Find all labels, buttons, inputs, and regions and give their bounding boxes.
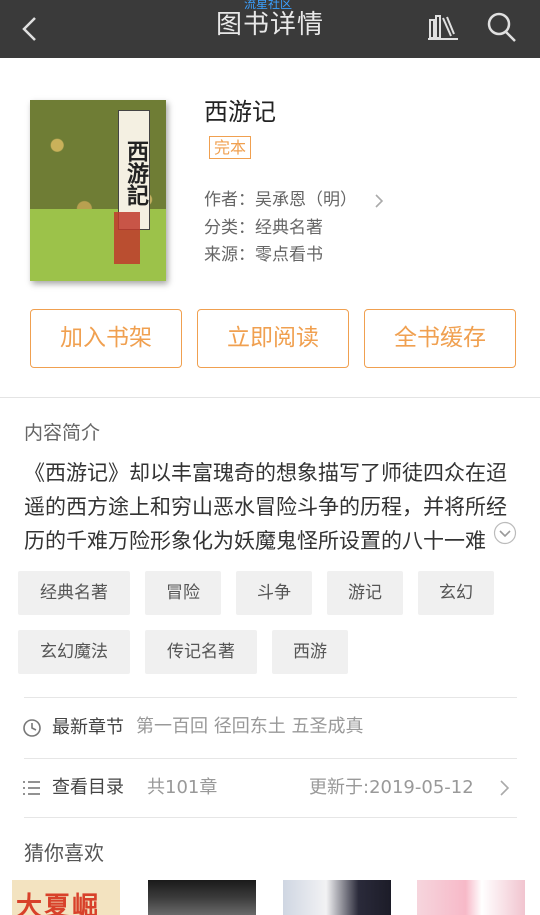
latest-chapter-value[interactable]: 第一百回 径回东土 五圣成真: [136, 715, 363, 739]
tag-item[interactable]: 玄幻魔法: [18, 630, 130, 674]
cache-all-button[interactable]: 全书缓存: [364, 309, 516, 368]
tag-item[interactable]: 冒险: [145, 571, 221, 615]
recommend-book-cover[interactable]: [283, 880, 391, 915]
tag-item[interactable]: 斗争: [236, 571, 312, 615]
expand-icon[interactable]: [493, 521, 517, 545]
add-to-shelf-button[interactable]: 加入书架: [30, 309, 182, 368]
status-badge: 完本: [209, 136, 252, 159]
divider: [24, 758, 517, 759]
divider: [24, 817, 517, 818]
search-icon[interactable]: [486, 10, 518, 44]
book-cover[interactable]: 西游記: [30, 100, 166, 281]
chevron-right-icon[interactable]: [373, 193, 385, 209]
intro-heading: 内容简介: [24, 422, 101, 444]
recommend-book-cover[interactable]: [148, 880, 256, 915]
tag-item[interactable]: 玄幻: [418, 571, 494, 615]
tag-item[interactable]: 经典名著: [18, 571, 130, 615]
top-bar: 流星社区 图书详情: [0, 0, 540, 58]
update-date: 更新于:2019-05-12: [309, 777, 474, 798]
book-source: 来源：零点看书: [204, 245, 323, 265]
thumb-cover-text: 大夏崛起: [16, 892, 101, 915]
read-now-button[interactable]: 立即阅读: [197, 309, 349, 368]
bookshelf-icon[interactable]: [427, 12, 459, 42]
book-category: 分类：经典名著: [204, 218, 323, 238]
tag-item[interactable]: 游记: [327, 571, 403, 615]
tag-item[interactable]: 传记名著: [145, 630, 257, 674]
book-author[interactable]: 作者：吴承恩（明）: [204, 189, 357, 211]
catalog-label[interactable]: 查看目录: [52, 776, 124, 800]
recommend-book-cover[interactable]: [417, 880, 525, 915]
list-icon: [23, 781, 40, 795]
tag-item[interactable]: 西游: [272, 630, 348, 674]
book-title: 西游记: [204, 98, 276, 126]
recommend-book-cover[interactable]: 大夏崛起: [12, 880, 120, 915]
divider: [24, 697, 517, 698]
chapter-count: 共101章: [147, 777, 218, 798]
chevron-right-icon[interactable]: [498, 779, 510, 797]
latest-chapter-label[interactable]: 最新章节: [52, 716, 124, 740]
page-title: 图书详情: [215, 10, 324, 40]
cover-red-seal: [114, 212, 140, 264]
clock-icon: [23, 719, 41, 737]
intro-text: 《西游记》却以丰富瑰奇的想象描写了师徒四众在迢遥的西方途上和穷山恶水冒险斗争的历…: [24, 461, 507, 553]
section-divider: [0, 397, 540, 398]
recommend-heading: 猜你喜欢: [24, 841, 104, 865]
